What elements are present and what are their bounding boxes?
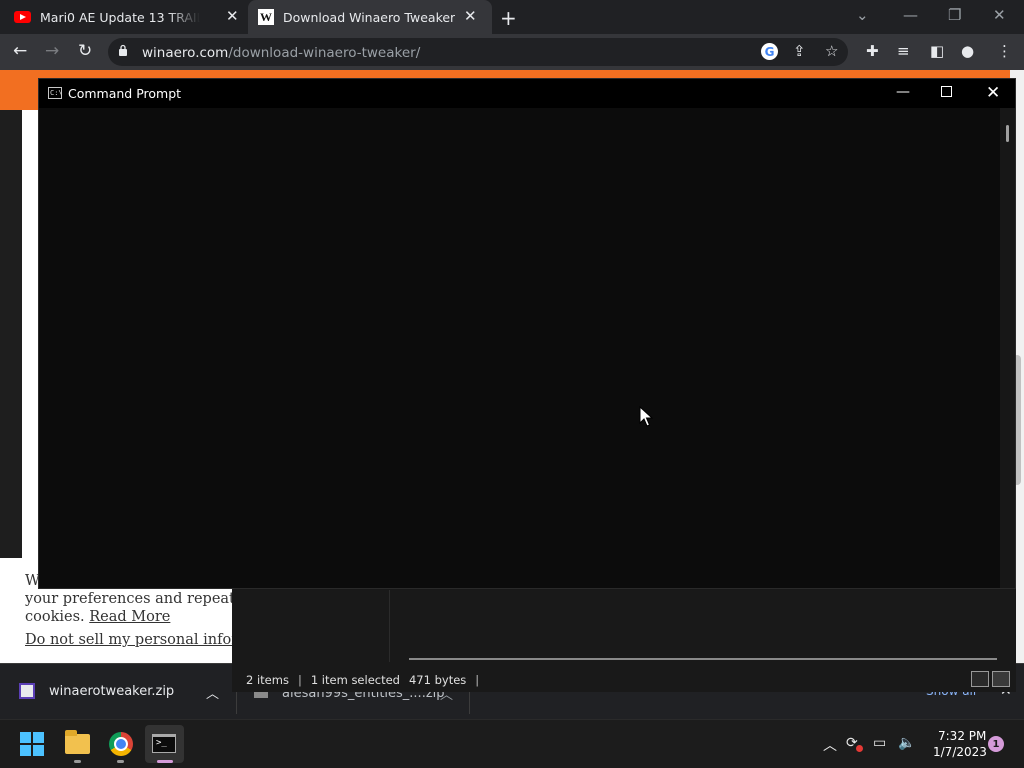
minimize-icon[interactable]: — xyxy=(903,6,918,24)
clock-date[interactable]: 1/7/2023 xyxy=(933,745,987,759)
mouse-cursor-icon xyxy=(639,406,653,427)
cmd-scrollbar[interactable] xyxy=(1000,108,1015,588)
divider: | xyxy=(297,673,302,687)
close-icon[interactable]: ✕ xyxy=(986,83,1000,103)
forward-icon[interactable]: → xyxy=(45,41,59,61)
restore-icon[interactable]: ❐ xyxy=(948,6,961,24)
volume-icon[interactable]: 🔈 xyxy=(898,735,915,751)
tab-winaero[interactable]: W Download Winaero Tweaker ✕ xyxy=(248,0,492,34)
tab-youtube[interactable]: Mari0 AE Update 13 TRAILER - YouTube ✕ xyxy=(14,0,244,34)
window-title: Command Prompt xyxy=(68,86,182,101)
divider: | xyxy=(475,673,480,687)
zip-file-icon xyxy=(19,683,35,699)
divider xyxy=(469,690,470,714)
tab-title: Download Winaero Tweaker xyxy=(283,9,456,25)
url-path: /download-winaero-tweaker/ xyxy=(228,45,421,61)
reload-icon[interactable]: ↻ xyxy=(78,41,92,61)
extensions-icon[interactable]: ✚ xyxy=(866,42,879,60)
back-icon[interactable]: ← xyxy=(13,41,27,61)
tab-title: Mari0 AE Update 13 TRAILER - YouTube xyxy=(40,9,200,25)
close-icon[interactable]: ✕ xyxy=(226,9,239,24)
tab-search-icon[interactable]: ⌄ xyxy=(856,6,869,24)
side-panel-icon[interactable]: ◧ xyxy=(930,42,944,60)
explorer-status-text: 2 items | 1 item selected 471 bytes | xyxy=(246,673,479,687)
youtube-icon xyxy=(14,11,31,23)
cookie-text-line: cookies. xyxy=(25,609,85,625)
cmd-title-bar[interactable] xyxy=(39,79,1015,108)
explorer-horizontal-scrollbar[interactable] xyxy=(409,658,997,660)
share-icon[interactable]: ⇪ xyxy=(793,42,806,60)
network-icon[interactable]: ▭ xyxy=(873,735,886,751)
divider xyxy=(236,690,237,714)
media-control-icon[interactable]: ≡ xyxy=(897,42,910,60)
download-item-name[interactable]: winaerotweaker.zip xyxy=(49,684,174,699)
close-icon[interactable]: ✕ xyxy=(464,9,477,24)
lock-icon[interactable] xyxy=(118,44,128,56)
selection-count: 1 item selected xyxy=(310,673,400,687)
windows-start-icon[interactable] xyxy=(20,732,44,756)
chrome-icon[interactable] xyxy=(109,732,133,756)
maximize-icon[interactable] xyxy=(941,86,952,97)
url-domain: winaero.com xyxy=(142,45,229,61)
url-text[interactable]: winaero.com/download-winaero-tweaker/ xyxy=(142,45,420,61)
explorer-pane-divider[interactable] xyxy=(389,590,390,662)
winaero-icon: W xyxy=(258,9,274,25)
alert-badge-icon xyxy=(856,745,863,752)
details-view-icon[interactable] xyxy=(971,671,989,687)
cmd-app-icon: C:\ xyxy=(48,87,63,99)
read-more-link[interactable]: Read More xyxy=(89,609,170,625)
command-prompt-window[interactable] xyxy=(38,78,1016,589)
chevron-up-icon[interactable]: ︿ xyxy=(206,683,219,702)
file-explorer-icon[interactable] xyxy=(65,730,90,754)
clock-time[interactable]: 7:32 PM xyxy=(938,729,986,743)
scrollbar-thumb[interactable] xyxy=(1006,125,1009,142)
running-indicator xyxy=(74,760,81,763)
new-tab-button[interactable]: + xyxy=(500,6,517,30)
menu-icon[interactable]: ⋮ xyxy=(997,42,1012,60)
profile-icon[interactable]: ● xyxy=(961,42,974,60)
bookmark-star-icon[interactable]: ☆ xyxy=(825,42,838,60)
notification-badge[interactable]: 1 xyxy=(988,736,1004,752)
cookie-text-line: your preferences and repeat xyxy=(25,591,235,607)
close-icon[interactable]: ✕ xyxy=(993,6,1006,24)
page-dark-panel xyxy=(0,110,22,558)
selection-size: 471 bytes xyxy=(408,673,467,687)
command-prompt-icon[interactable] xyxy=(152,734,176,753)
active-indicator xyxy=(157,760,173,763)
do-not-sell-link[interactable]: Do not sell my personal infor xyxy=(25,632,238,648)
chevron-up-icon[interactable]: ︿ xyxy=(823,735,837,755)
items-count: 2 items xyxy=(246,673,289,687)
google-lens-icon[interactable]: G xyxy=(761,43,778,60)
minimize-icon[interactable]: — xyxy=(896,84,910,100)
large-icons-view-icon[interactable] xyxy=(992,671,1010,687)
running-indicator xyxy=(117,760,124,763)
